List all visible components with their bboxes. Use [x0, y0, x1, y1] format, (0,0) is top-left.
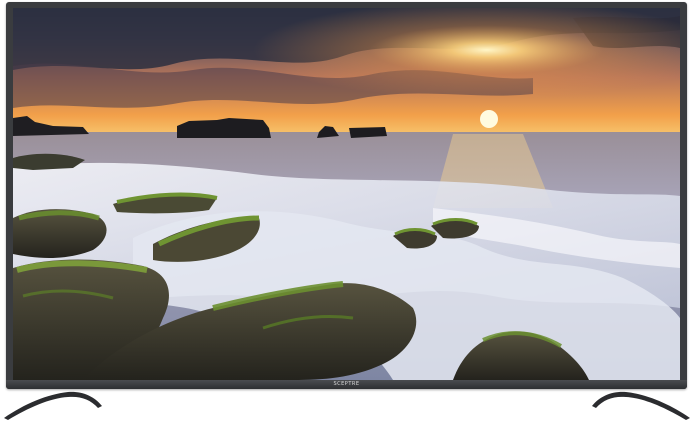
left-stand-leg — [4, 391, 102, 420]
seascape-sunset-image — [13, 8, 680, 380]
right-stand-leg — [592, 391, 690, 420]
brand-logo: SCEPTRE — [333, 381, 360, 387]
tv-screen — [13, 8, 680, 380]
tv-product-image: SCEPTRE — [0, 0, 693, 424]
tv-frame: SCEPTRE — [6, 2, 687, 389]
